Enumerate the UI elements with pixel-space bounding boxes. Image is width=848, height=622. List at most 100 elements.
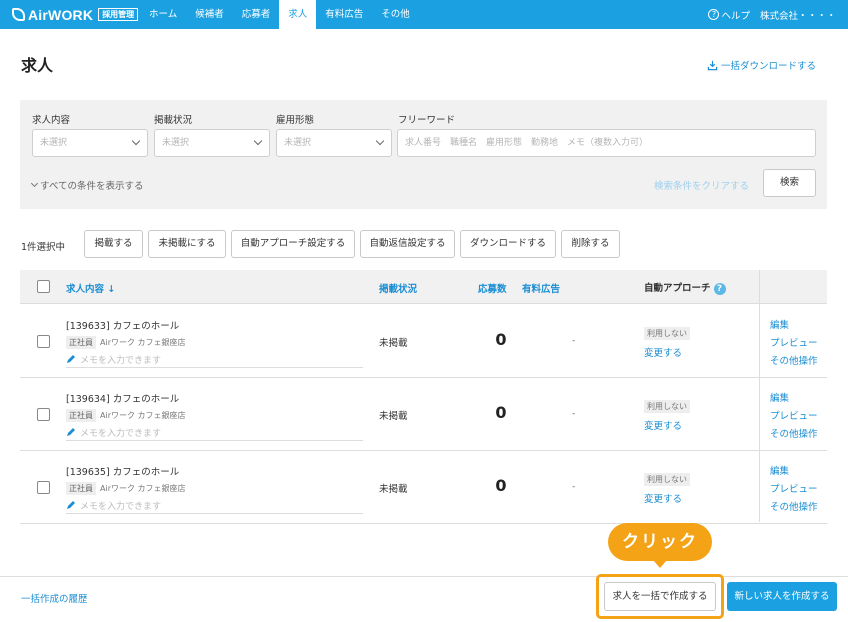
header-job-content[interactable]: 求人内容 ↓ — [66, 281, 115, 295]
pencil-icon — [67, 355, 75, 363]
nav-home[interactable]: ホーム — [140, 0, 186, 29]
employment-type-value: 未選択 — [284, 138, 312, 148]
delete-button[interactable]: 削除する — [561, 230, 620, 258]
employment-tag: 正社員 — [66, 409, 96, 422]
auto-approach-setting-button[interactable]: 自動アプローチ設定する — [231, 230, 355, 258]
job-title: [139633] カフェのホール — [66, 321, 180, 332]
auto-approach-badge: 利用しない — [644, 473, 690, 486]
selected-count: 1件選択中 — [21, 242, 66, 253]
preview-link[interactable]: プレビュー — [770, 335, 818, 349]
select-all-checkbox[interactable] — [37, 280, 50, 293]
callout-tail — [653, 560, 667, 568]
bulk-download-label: 一括ダウンロードする — [720, 61, 816, 72]
row-checkbox[interactable] — [37, 408, 50, 421]
auto-reply-setting-button[interactable]: 自動返信設定する — [360, 230, 455, 258]
page-title: 求人 — [21, 56, 54, 75]
nav-jobs[interactable]: 求人 — [279, 0, 317, 29]
pencil-icon — [67, 428, 75, 436]
other-actions-link[interactable]: その他操作 — [770, 353, 818, 367]
nav-paid-ads[interactable]: 有料広告 — [316, 0, 372, 29]
header-paid-ad[interactable]: 有料広告 — [522, 281, 560, 295]
help-link[interactable]: ? ヘルプ — [708, 8, 750, 22]
logo-text: AirWORK — [28, 6, 94, 23]
change-approach-link[interactable]: 変更する — [644, 418, 682, 432]
logo[interactable]: AirWORK 採用管理 — [12, 6, 139, 23]
other-actions-link[interactable]: その他操作 — [770, 426, 818, 440]
header-auto-approach-label: 自動アプローチ — [644, 283, 711, 294]
posting-status: 未掲載 — [379, 411, 408, 422]
nav-applicants[interactable]: 応募者 — [233, 0, 280, 29]
show-all-conditions-link[interactable]: すべての条件を表示する — [30, 178, 144, 192]
posting-status-label: 掲載状況 — [154, 115, 193, 126]
publish-button[interactable]: 掲載する — [84, 230, 143, 258]
change-approach-link[interactable]: 変更する — [644, 491, 682, 505]
show-all-label: すべての条件を表示する — [40, 181, 144, 192]
chevron-down-icon — [253, 136, 263, 146]
logo-mark-icon — [12, 8, 25, 21]
bulk-download-link[interactable]: 一括ダウンロードする — [707, 58, 816, 72]
employment-tag: 正社員 — [66, 482, 96, 495]
auto-approach-badge: 利用しない — [644, 400, 690, 413]
row-checkbox[interactable] — [37, 481, 50, 494]
bulk-create-jobs-button[interactable]: 求人を一括で作成する — [604, 582, 716, 611]
job-meta: 正社員 Airワーク カフェ銀座店 — [66, 482, 186, 495]
edit-link[interactable]: 編集 — [770, 390, 789, 404]
memo-placeholder: メモを入力できます — [80, 501, 162, 512]
sort-down-icon: ↓ — [107, 284, 116, 295]
main-nav: ホーム 候補者 応募者 求人 有料広告 その他 — [140, 0, 419, 29]
store-name: Airワーク カフェ銀座店 — [100, 338, 186, 347]
header-applicant-count[interactable]: 応募数 — [478, 281, 507, 295]
freeword-label: フリーワード — [398, 115, 456, 126]
clear-conditions-link[interactable]: 検索条件をクリアする — [654, 178, 749, 192]
nav-other[interactable]: その他 — [372, 0, 419, 29]
paid-ad-value: - — [572, 336, 576, 346]
table-row: [139634] カフェのホール 正社員 Airワーク カフェ銀座店 メモを入力… — [20, 378, 827, 451]
memo-input[interactable]: メモを入力できます — [66, 424, 363, 441]
posting-status-select[interactable]: 未選択 — [154, 129, 270, 157]
posting-status-value: 未選択 — [162, 138, 190, 148]
top-nav-bar: AirWORK 採用管理 ホーム 候補者 応募者 求人 有料広告 その他 ? ヘ… — [0, 0, 848, 29]
search-button[interactable]: 検索 — [763, 169, 816, 197]
header-job-label: 求人内容 — [66, 284, 105, 295]
job-title: [139635] カフェのホール — [66, 467, 180, 478]
chevron-down-icon — [131, 136, 141, 146]
employment-type-label: 雇用形態 — [276, 115, 315, 126]
memo-input[interactable]: メモを入力できます — [66, 351, 363, 368]
header-auto-approach: 自動アプローチ? — [644, 280, 726, 295]
memo-input[interactable]: メモを入力できます — [66, 497, 363, 514]
download-icon — [707, 60, 718, 70]
memo-placeholder: メモを入力できます — [80, 355, 162, 366]
search-filter-panel: 求人内容 未選択 掲載状況 未選択 雇用形態 未選択 フリーワード すべての条件… — [20, 100, 827, 209]
job-content-label: 求人内容 — [32, 115, 71, 126]
nav-candidates[interactable]: 候補者 — [186, 0, 233, 29]
store-name: Airワーク カフェ銀座店 — [100, 411, 186, 420]
edit-link[interactable]: 編集 — [770, 463, 789, 477]
freeword-input[interactable] — [397, 129, 816, 157]
employment-type-select[interactable]: 未選択 — [276, 129, 392, 157]
chevron-down-icon — [375, 136, 385, 146]
download-button[interactable]: ダウンロードする — [460, 230, 556, 258]
header-posting-status[interactable]: 掲載状況 — [379, 281, 417, 295]
applicant-count: 0 — [495, 330, 507, 349]
paid-ad-value: - — [572, 409, 576, 419]
job-content-select[interactable]: 未選択 — [32, 129, 148, 157]
top-right-menu: ? ヘルプ 株式会社・・・・ — [708, 0, 836, 29]
unpublish-button[interactable]: 未掲載にする — [148, 230, 226, 258]
create-new-job-button[interactable]: 新しい求人を作成する — [727, 582, 837, 611]
preview-link[interactable]: プレビュー — [770, 408, 818, 422]
table-row: [139635] カフェのホール 正社員 Airワーク カフェ銀座店 メモを入力… — [20, 451, 827, 524]
preview-link[interactable]: プレビュー — [770, 481, 818, 495]
question-circle-icon: ? — [708, 9, 720, 20]
row-checkbox[interactable] — [37, 335, 50, 348]
other-actions-link[interactable]: その他操作 — [770, 499, 818, 513]
paid-ad-value: - — [572, 482, 576, 492]
change-approach-link[interactable]: 変更する — [644, 345, 682, 359]
bulk-create-history-link[interactable]: 一括作成の履歴 — [21, 591, 88, 605]
help-icon[interactable]: ? — [713, 283, 726, 295]
edit-link[interactable]: 編集 — [770, 317, 789, 331]
job-meta: 正社員 Airワーク カフェ銀座店 — [66, 336, 186, 349]
employment-tag: 正社員 — [66, 336, 96, 349]
auto-approach-badge: 利用しない — [644, 327, 690, 340]
company-menu[interactable]: 株式会社・・・・ — [760, 8, 836, 22]
posting-status: 未掲載 — [379, 484, 408, 495]
